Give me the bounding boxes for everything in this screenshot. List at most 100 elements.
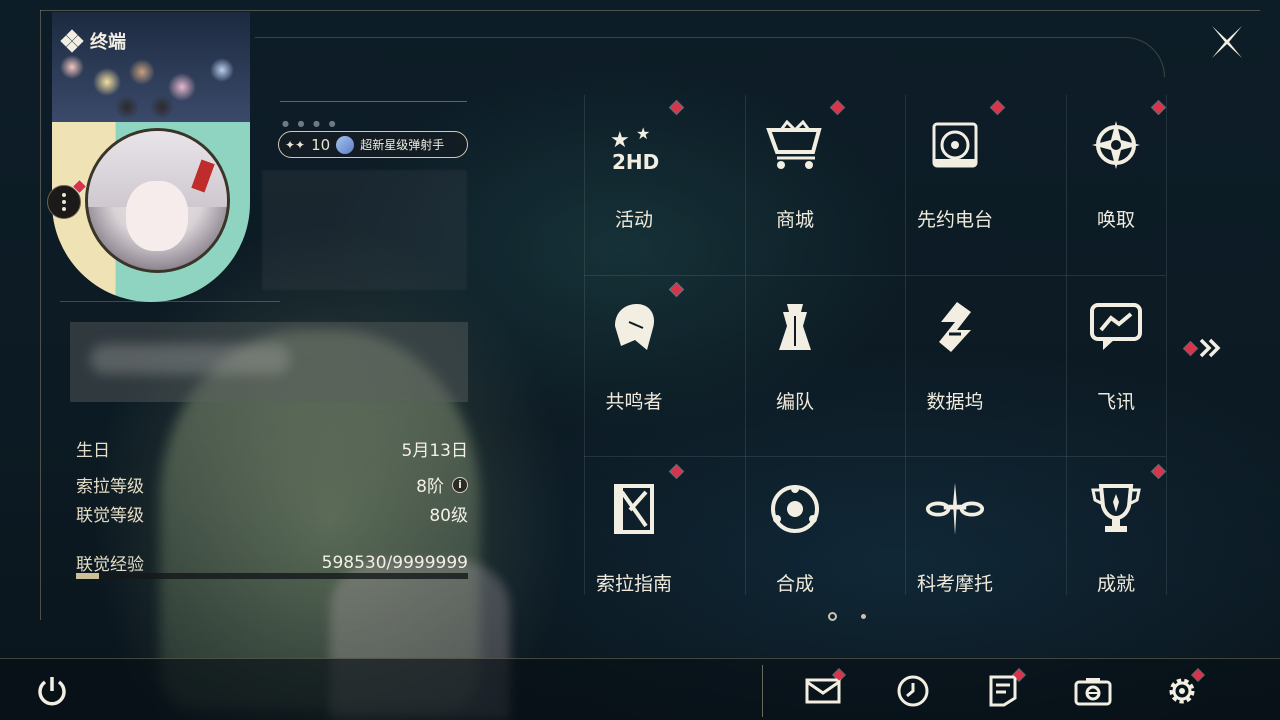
double-chevron-right-icon <box>1199 338 1221 358</box>
avatar-face <box>126 181 188 251</box>
menu-item-achievement[interactable]: 成就 <box>1036 459 1196 639</box>
stat-row-birthday: 生日 5月13日 <box>76 436 468 461</box>
stat-row-exp: 联觉经验 598530/9999999 <box>76 550 468 576</box>
name-area-blurred <box>262 170 467 290</box>
notify-dot <box>991 101 1004 114</box>
profile-separator <box>60 301 280 302</box>
notify-dot <box>1152 101 1165 114</box>
message-bubble-icon <box>1086 297 1146 357</box>
frame-top-line <box>40 10 1260 11</box>
data-bank-icon <box>925 297 985 357</box>
bottom-bar <box>0 658 1280 720</box>
svg-text:2HD: 2HD <box>612 150 659 173</box>
convene-icon <box>1086 115 1146 175</box>
badge-title: 超新星级弹射手 <box>360 138 445 152</box>
resonator-icon <box>604 297 664 357</box>
frame-inner-line <box>255 37 1165 77</box>
notice-button[interactable] <box>983 669 1025 711</box>
stat-label: 联觉等级 <box>76 506 144 526</box>
power-icon <box>38 677 66 706</box>
mail-icon <box>805 678 841 704</box>
settings-button[interactable] <box>1162 669 1204 711</box>
bottom-divider <box>762 665 763 717</box>
close-x-icon <box>1212 26 1242 58</box>
name-dots: ● ● ● ● <box>282 119 339 128</box>
trophy-icon <box>1086 479 1146 539</box>
badge-star-icon: ✦✦ <box>285 137 306 152</box>
stat-value: 5月13日 <box>401 441 468 461</box>
menu-item-label: 科考摩托 <box>916 573 993 595</box>
menu-item-label: 编队 <box>775 391 814 413</box>
menu-item-label: 合成 <box>775 573 814 595</box>
menu-item-event[interactable]: ★ ★ 2HD 活动 <box>554 95 714 275</box>
menu-item-label: 唤取 <box>1096 209 1135 231</box>
menu-item-message[interactable]: 飞讯 <box>1036 277 1196 457</box>
page-indicator <box>828 612 866 621</box>
page-dot-active[interactable] <box>828 612 837 621</box>
menu-item-guide[interactable]: 索拉指南 <box>554 459 714 639</box>
rocket-icon <box>336 135 355 154</box>
menu-item-data-bank[interactable]: 数据坞 <box>875 277 1035 457</box>
stat-label: 生日 <box>76 441 110 461</box>
terminal-title-text: 终端 <box>90 32 126 53</box>
title-badge[interactable]: ✦✦ 10 超新星级弹射手 <box>278 131 468 158</box>
terminal-title: 终端 <box>60 28 126 54</box>
clock-icon <box>897 675 929 707</box>
menu-item-label: 成就 <box>1096 573 1135 595</box>
stat-row-sola-level: 索拉等级 8阶 i <box>76 472 468 497</box>
notify-dot <box>670 283 683 296</box>
notify-dot <box>1152 465 1165 478</box>
menu-item-label: 飞讯 <box>1096 391 1135 413</box>
menu-item-label: 索拉指南 <box>595 573 672 595</box>
menu-item-label: 先约电台 <box>916 209 993 231</box>
player-avatar[interactable] <box>85 128 230 273</box>
mail-button[interactable] <box>803 669 845 711</box>
stat-label: 索拉等级 <box>76 477 144 497</box>
exp-progress-bar <box>76 573 468 579</box>
menu-item-label: 商城 <box>775 209 814 231</box>
camera-button[interactable] <box>1073 671 1113 711</box>
clock-button[interactable] <box>893 671 933 711</box>
exp-progress-fill <box>76 573 100 579</box>
menu-item-label: 共鸣者 <box>605 391 663 413</box>
shop-cart-icon <box>765 115 825 175</box>
signature-blurred <box>70 322 468 402</box>
motorbike-icon <box>925 479 985 539</box>
stat-value: 8阶 <box>416 477 444 497</box>
settings-gear-icon <box>1169 678 1195 704</box>
power-button[interactable] <box>32 671 72 711</box>
camera-icon <box>1074 678 1112 706</box>
exp-label: 联觉经验 <box>76 555 144 575</box>
guide-book-icon <box>604 479 664 539</box>
menu-item-motorbike[interactable]: 科考摩托 <box>875 459 1035 639</box>
menu-item-radio[interactable]: 先约电台 <box>875 95 1035 275</box>
info-icon[interactable]: i <box>452 476 468 493</box>
stat-row-union-level: 联觉等级 80级 <box>76 501 468 526</box>
next-page-button[interactable] <box>1184 338 1221 358</box>
notice-icon <box>989 675 1017 707</box>
stat-value: 80级 <box>429 506 468 526</box>
close-button[interactable] <box>1206 22 1248 62</box>
menu-item-label: 活动 <box>614 209 653 231</box>
name-underline <box>280 101 467 102</box>
grid-line <box>584 275 1166 276</box>
notify-dot <box>670 101 683 114</box>
notify-dot <box>831 101 844 114</box>
menu-item-resonator[interactable]: 共鸣者 <box>554 277 714 457</box>
notify-dot <box>670 465 683 478</box>
synthesis-icon <box>765 479 825 539</box>
page-dot[interactable] <box>861 614 866 619</box>
frame-left-line <box>40 10 41 620</box>
notify-dot <box>1184 341 1197 355</box>
badge-count: 10 <box>311 135 331 154</box>
terminal-diamond-icon <box>60 29 84 53</box>
menu-item-shop[interactable]: 商城 <box>715 95 875 275</box>
svg-text:★: ★ <box>636 124 650 143</box>
menu-item-team[interactable]: 编队 <box>715 277 875 457</box>
radio-icon <box>925 115 985 175</box>
menu-item-label: 数据坞 <box>926 391 984 413</box>
exp-value: 598530/9999999 <box>321 552 468 573</box>
event-2hd-icon: ★ ★ 2HD <box>604 115 664 175</box>
menu-item-convene[interactable]: 唤取 <box>1036 95 1196 275</box>
team-chess-icon <box>765 297 825 357</box>
